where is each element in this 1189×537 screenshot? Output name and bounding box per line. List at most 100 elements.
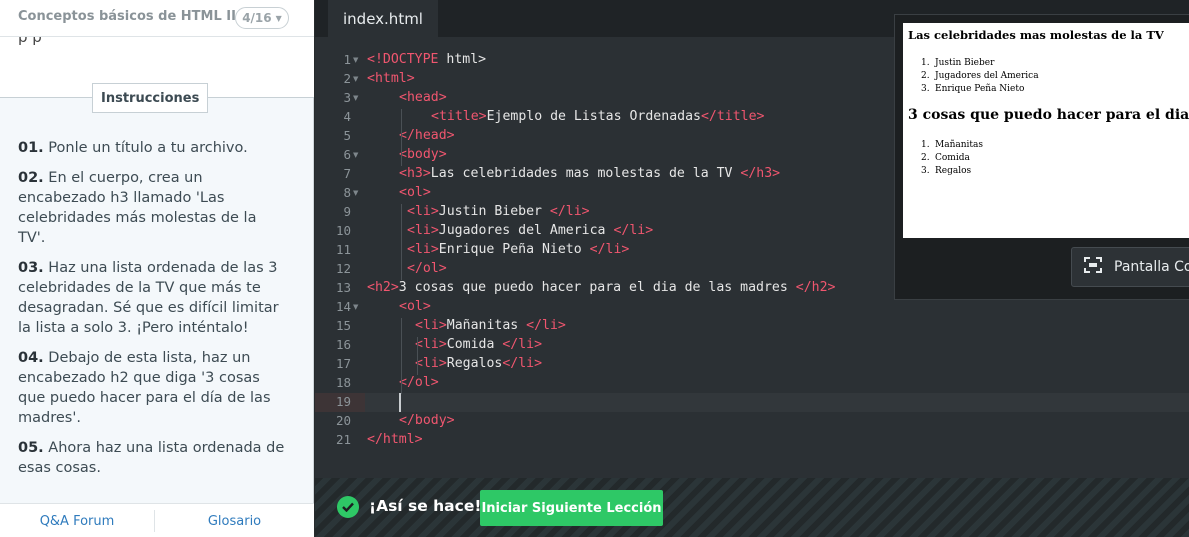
fold-arrow-icon[interactable]: ▼ [353, 56, 358, 64]
file-tab[interactable]: index.html [328, 0, 438, 37]
preview-list-item: 1. Justin Bieber [921, 58, 995, 68]
preview-list-item: 3. Enrique Peña Nieto [921, 84, 1025, 94]
line-number: 15 [335, 318, 351, 333]
code-tag: </h3> [740, 166, 781, 181]
preview-list-item: 2. Jugadores del America [921, 71, 1039, 81]
code-tag: </h2> [795, 280, 836, 295]
fullscreen-button[interactable]: Pantalla Completa [1071, 247, 1189, 287]
indent-guide [417, 337, 418, 375]
lesson-title: Conceptos básicos de HTML II [18, 9, 236, 24]
code-line: <h3>Las celebridades mas molestas de la … [399, 164, 780, 183]
step-number: 05. [18, 440, 44, 456]
code-tag: <title> [431, 109, 487, 124]
code-text: html> [438, 52, 487, 67]
line-number: 8 [343, 185, 351, 200]
step-text: Ponle un título a tu archivo. [43, 140, 248, 156]
line-number: 1 [343, 52, 351, 67]
step-number: 03. [18, 260, 44, 276]
code-tag: </li> [502, 337, 543, 352]
code-text: Jugadores del America [438, 223, 614, 238]
code-line: </ol> [399, 373, 439, 392]
code-line: </html> [367, 430, 423, 449]
fold-arrow-icon[interactable]: ▼ [353, 75, 358, 83]
lesson-panel: Conceptos básicos de HTML II 4/16 ▼ p p … [0, 0, 314, 537]
line-number: 2 [343, 71, 351, 86]
code-tag: </ol> [407, 261, 447, 276]
previous-text-fragment: p p [18, 37, 42, 46]
code-tag: <html> [367, 71, 415, 86]
lesson-progress-dropdown[interactable]: 4/16 ▼ [235, 7, 289, 29]
fold-arrow-icon[interactable]: ▼ [353, 189, 358, 197]
code-line: <li>Justin Bieber </li> [407, 202, 590, 221]
qa-forum-link[interactable]: Q&A Forum [0, 504, 154, 537]
line-number: 17 [335, 356, 351, 371]
code-tag: <h3> [399, 166, 431, 181]
lesson-header: Conceptos básicos de HTML II 4/16 ▼ [0, 0, 314, 37]
code-text: Regalos [446, 356, 503, 371]
instruction-step: 03. Haz una lista ordenada de las 3 cele… [18, 258, 288, 338]
code-text: Enrique Peña Nieto [438, 242, 590, 257]
code-line: <html> [367, 69, 415, 88]
fullscreen-label: Pantalla Completa [1114, 259, 1189, 275]
line-number: 5 [343, 128, 351, 143]
preview-list-item: 2. Comida [921, 153, 970, 163]
code-line: <head> [399, 88, 447, 107]
code-tag: </li> [549, 204, 590, 219]
code-tag: </ol> [399, 375, 439, 390]
code-line: <ol> [399, 183, 431, 202]
code-tag: </head> [399, 128, 455, 143]
chevron-down-icon: ▼ [275, 13, 282, 23]
code-line: </head> [399, 126, 455, 145]
line-number: 7 [343, 166, 351, 181]
code-line: <ol> [399, 297, 431, 316]
fold-arrow-icon[interactable]: ▼ [353, 303, 358, 311]
line-number: 10 [335, 223, 351, 238]
code-tag: DOCTYPE [382, 52, 439, 67]
code-tag: <li> [407, 242, 439, 257]
code-text: Mañanitas [446, 318, 527, 333]
next-lesson-button[interactable]: Iniciar Siguiente Lección [480, 490, 663, 526]
code-line: </ol> [407, 259, 447, 278]
result-bar: ¡Así se hace! Iniciar Siguiente Lección [315, 478, 1189, 537]
line-number: 19 [335, 394, 351, 409]
instruction-steps: 01. Ponle un título a tu archivo. 02. En … [18, 138, 288, 488]
indent-guide [401, 109, 402, 166]
line-number: 11 [335, 242, 351, 257]
line-number: 6 [343, 147, 351, 162]
code-tag: <body> [399, 147, 447, 162]
step-number: 04. [18, 350, 44, 366]
step-number: 02. [18, 170, 44, 186]
check-circle-icon [337, 496, 359, 518]
code-text: Las celebridades mas molestas de la TV [430, 166, 741, 181]
code-tag: <h2> [367, 280, 399, 295]
indent-guide [401, 318, 402, 394]
code-line: <title>Ejemplo de Listas Ordenadas</titl… [431, 107, 764, 126]
code-tag: <ol> [399, 185, 431, 200]
fold-arrow-icon[interactable]: ▼ [353, 94, 358, 102]
line-number: 18 [335, 375, 351, 390]
code-line: </body> [399, 411, 455, 430]
code-text: Ejemplo de Listas Ordenadas [486, 109, 701, 124]
step-text: Debajo de esta lista, haz un encabezado … [18, 350, 271, 426]
code-tag: <li> [415, 318, 447, 333]
code-tag: <li> [407, 204, 439, 219]
code-tag: <head> [399, 90, 447, 105]
code-tag: <li> [415, 337, 447, 352]
preview-heading-h3: Las celebridades mas molestas de la TV [908, 28, 1164, 42]
code-tag: <! [367, 52, 383, 67]
code-text: Justin Bieber [438, 204, 550, 219]
code-tag: </li> [613, 223, 654, 238]
lesson-progress-label: 4/16 [242, 11, 272, 25]
code-line: <body> [399, 145, 447, 164]
fold-arrow-icon[interactable]: ▼ [353, 151, 358, 159]
code-text: Comida [446, 337, 503, 352]
text-cursor [399, 393, 401, 412]
code-tag: </html> [367, 432, 423, 447]
glossary-link[interactable]: Glosario [155, 504, 314, 537]
preview-list-item: 3. Regalos [921, 166, 972, 176]
line-number: 12 [335, 261, 351, 276]
line-number: 20 [335, 413, 351, 428]
success-message: ¡Así se hace! [369, 497, 482, 515]
code-tag: <li> [407, 223, 439, 238]
preview-list-celebrities: 1. Justin Bieber 2. Jugadores del America 3.… [921, 57, 1039, 96]
